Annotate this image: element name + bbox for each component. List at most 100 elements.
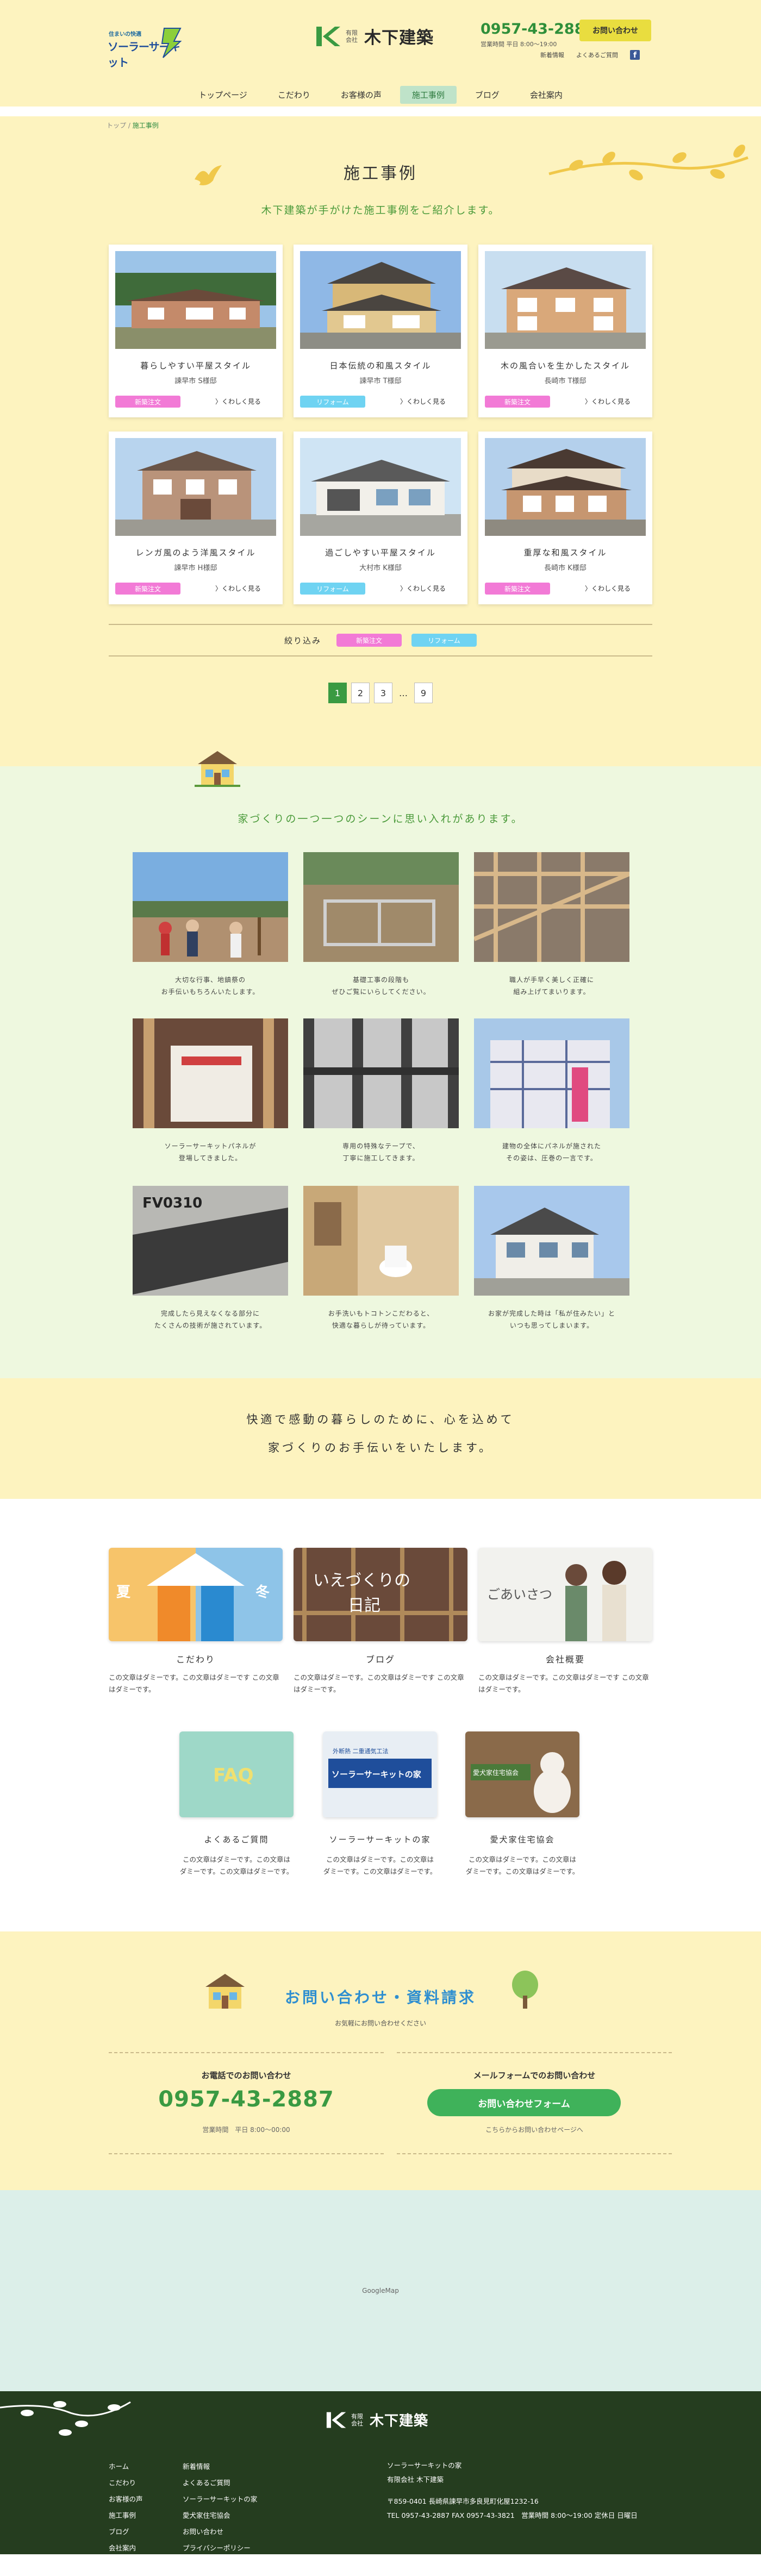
- link-solar-circuit[interactable]: 外断熱 二重通気工法 ソーラーサーキットの家 ソーラーサーキットの家 この文章は…: [323, 1731, 437, 1878]
- footer-link[interactable]: こだわり: [109, 2475, 143, 2491]
- footer-link[interactable]: 会社案内: [109, 2540, 143, 2554]
- scene-caption: 大切な行事、地鎮祭の お手伝いもちろんいたします。: [133, 974, 288, 998]
- header-tel-block: 0957-43-2887 営業時間 平日 8:00〜19:00: [481, 21, 595, 48]
- caption-line: 完成したら見えなくなる部分に: [160, 1310, 260, 1317]
- nav-works[interactable]: 施工事例: [400, 86, 457, 104]
- nav-home[interactable]: トップページ: [186, 86, 259, 104]
- nav-voice[interactable]: お客様の声: [329, 86, 394, 104]
- caption-line: 組み上げてまいります。: [513, 988, 590, 996]
- page-3[interactable]: 3: [374, 683, 392, 703]
- link-dog-house[interactable]: 愛犬家住宅協会 愛犬家住宅協会 この文章はダミーです。この文章はダミーです。この…: [465, 1731, 579, 1878]
- solar-circuit-logo[interactable]: 住まいの快適 ソーラーサーキット: [107, 26, 182, 69]
- page-1[interactable]: 1: [328, 683, 347, 703]
- footer-link[interactable]: お客様の声: [109, 2491, 143, 2508]
- breadcrumb-sep: /: [126, 122, 133, 129]
- caption-line: 専用の特殊なテープで、: [342, 1142, 420, 1150]
- work-card[interactable]: 過ごしやすい平屋スタイル 大村市 K様邸 リフォーム 〉くわしく見る: [294, 432, 467, 604]
- faq-image: FAQ: [179, 1731, 294, 1817]
- contact-tel[interactable]: 0957-43-2887: [109, 2087, 384, 2112]
- work-title: レンガ風のよう洋風スタイル: [135, 548, 256, 558]
- company-name: 木下建築: [364, 28, 434, 48]
- footer-link[interactable]: プライバシーポリシー: [183, 2540, 257, 2554]
- work-more-link[interactable]: 〉くわしく見る: [215, 397, 261, 406]
- work-card[interactable]: 暮らしやすい平屋スタイル 諫早市 S様邸 新築注文 〉くわしく見る: [109, 245, 283, 417]
- header-tel[interactable]: 0957-43-2887: [481, 21, 595, 37]
- footer-company-type: 有限会社: [351, 2412, 363, 2427]
- footer-info: ソーラーサーキットの家 有限会社 木下建築 〒859-0401 長崎県諫早市多良…: [387, 2459, 638, 2523]
- filter-new-button[interactable]: 新築注文: [336, 634, 402, 647]
- contact-tel-heading: お電話でのお問い合わせ: [201, 2071, 291, 2080]
- work-more-link[interactable]: 〉くわしく見る: [585, 584, 631, 593]
- work-card[interactable]: 木の風合いを生かしたスタイル 長崎市 T様邸 新築注文 〉くわしく見る: [478, 245, 652, 417]
- company-logo[interactable]: 有限会社 木下建築: [313, 24, 434, 48]
- summer-label: 夏: [116, 1584, 131, 1600]
- footer-link[interactable]: ソーラーサーキットの家: [183, 2491, 257, 2508]
- contact-form-button[interactable]: お問い合わせフォーム: [427, 2089, 621, 2116]
- footer-link[interactable]: 愛犬家住宅協会: [183, 2508, 257, 2524]
- work-photo: [485, 438, 646, 536]
- top-link-faq[interactable]: よくあるご質問: [576, 51, 618, 59]
- scene-photo: [474, 1018, 629, 1128]
- top-link-news[interactable]: 新着情報: [540, 51, 564, 59]
- link-title: よくあるご質問: [204, 1835, 269, 1845]
- work-title: 暮らしやすい平屋スタイル: [140, 361, 251, 371]
- link-kodawari[interactable]: 夏 冬 こだわり この文章はダミーです。この文章はダミーです この文章はダミーで…: [109, 1548, 283, 1696]
- page-title: 施工事例: [344, 164, 417, 183]
- scenes-section: 家づくりの一つ一つのシーンに思い入れがあります。 大切な行事、地鎮祭の お手伝いも…: [0, 751, 761, 1378]
- work-photo: [300, 438, 461, 536]
- link-image: いえづくりの 日記: [294, 1548, 467, 1641]
- link-blog[interactable]: いえづくりの 日記 ブログ この文章はダミーです。この文章はダミーです この文章…: [294, 1548, 467, 1696]
- work-title: 木の風合いを生かしたスタイル: [500, 361, 630, 371]
- link-desc: この文章はダミーです。この文章はダミーです。この文章はダミーです。: [323, 1855, 437, 1875]
- work-sub: 諫早市 H様邸: [174, 564, 217, 572]
- site-header: 住まいの快適 ソーラーサーキット 有限会社 木下建築 0957-43-2887 …: [0, 0, 761, 116]
- message-line-2: 家づくりのお手伝いをいたします。: [268, 1441, 493, 1454]
- page-2[interactable]: 2: [351, 683, 370, 703]
- contact-sub: お気軽にお問い合わせください: [334, 2019, 426, 2027]
- footer-link[interactable]: お問い合わせ: [183, 2524, 257, 2540]
- work-more-link[interactable]: 〉くわしく見る: [215, 584, 261, 593]
- caption-line: たくさんの技術が施されています。: [154, 1322, 267, 1329]
- link-faq[interactable]: FAQ よくあるご質問 この文章はダミーです。この文章はダミーです。この文章はダ…: [179, 1731, 294, 1878]
- map-area[interactable]: GoogleMap: [0, 2190, 761, 2391]
- link-company[interactable]: ごあいさつ 会社概要 この文章はダミーです。この文章はダミーです この文章はダミ…: [478, 1548, 652, 1696]
- faq-label: FAQ: [213, 1765, 254, 1786]
- scene-item: ソーラーサーキットパネルが 登場してきました。: [133, 1018, 288, 1164]
- nav-blog[interactable]: ブログ: [463, 86, 512, 104]
- facebook-icon[interactable]: f: [630, 50, 640, 60]
- work-more-link[interactable]: 〉くわしく見る: [400, 397, 446, 406]
- link-title: こだわり: [176, 1654, 215, 1665]
- message-line-1: 快適で感動の暮らしのために、心を込めて: [246, 1413, 515, 1426]
- work-more-link[interactable]: 〉くわしく見る: [585, 397, 631, 406]
- footer-link[interactable]: ホーム: [109, 2459, 143, 2475]
- header-hours: 営業時間 平日 8:00〜19:00: [481, 41, 557, 48]
- work-photo: [115, 438, 276, 536]
- scene-item: FV0310 完成したら見えなくなる部分に たくさんの技術が施されています。: [133, 1186, 288, 1331]
- header-contact-button[interactable]: お問い合わせ: [579, 20, 651, 41]
- scene-caption: 職人が手早く美しく正確に 組み上げてまいります。: [474, 974, 629, 998]
- footer-link[interactable]: よくあるご質問: [183, 2475, 257, 2491]
- footer-branch-icon: [0, 2401, 131, 2436]
- link-title: ブログ: [365, 1654, 395, 1665]
- footer-logo[interactable]: 有限会社 木下建築: [324, 2410, 428, 2430]
- work-card[interactable]: 日本伝統の和風スタイル 諫早市 T様邸 リフォーム 〉くわしく見る: [294, 245, 467, 417]
- page-9[interactable]: 9: [414, 683, 433, 703]
- caption-line: 職人が手早く美しく正確に: [509, 976, 594, 984]
- footer-info-line: 有限会社 木下建築: [387, 2475, 444, 2484]
- caption-line: ソーラーサーキットパネルが: [164, 1142, 257, 1150]
- footer-nav-col1: ホーム こだわり お客様の声 施工事例 ブログ 会社案内: [109, 2459, 143, 2554]
- work-card[interactable]: レンガ風のよう洋風スタイル 諫早市 H様邸 新築注文 〉くわしく見る: [109, 432, 283, 604]
- scene-item: お家が完成した時は「私が住みたい」と いつも思ってしまいます。: [474, 1186, 629, 1331]
- footer-company-name: 木下建築: [370, 2413, 429, 2429]
- scene-caption: お家が完成した時は「私が住みたい」と いつも思ってしまいます。: [474, 1308, 629, 1331]
- footer-link[interactable]: 新着情報: [183, 2459, 257, 2475]
- footer-link[interactable]: ブログ: [109, 2524, 143, 2540]
- footer-tel-line: TEL 0957-43-2887 FAX 0957-43-3821 営業時間 8…: [387, 2511, 638, 2519]
- nav-company[interactable]: 会社案内: [518, 86, 575, 104]
- nav-kodawari[interactable]: こだわり: [266, 86, 322, 104]
- footer-link[interactable]: 施工事例: [109, 2508, 143, 2524]
- work-more-link[interactable]: 〉くわしく見る: [400, 584, 446, 593]
- work-card[interactable]: 重厚な和風スタイル 長崎市 K様邸 新築注文 〉くわしく見る: [478, 432, 652, 604]
- breadcrumb-home[interactable]: トップ: [107, 122, 126, 129]
- filter-reform-button[interactable]: リフォーム: [411, 634, 477, 647]
